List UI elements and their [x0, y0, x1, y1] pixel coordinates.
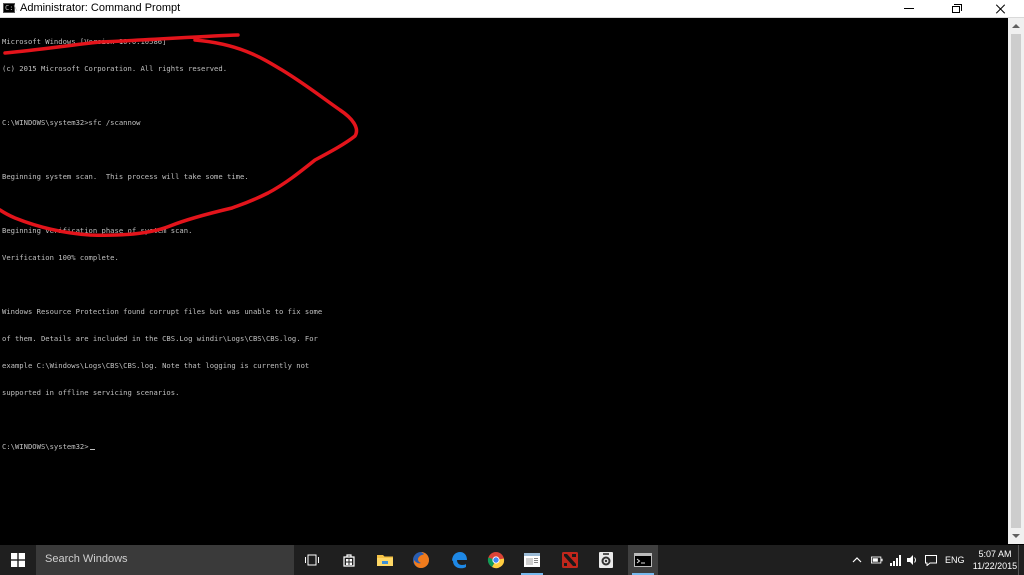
camera-icon	[599, 552, 613, 568]
dota2-button[interactable]	[555, 545, 585, 575]
console-line: Windows Resource Protection found corrup…	[2, 307, 323, 316]
edge-icon	[452, 552, 467, 569]
chrome-button[interactable]	[481, 545, 511, 575]
task-view-icon	[305, 554, 319, 566]
store-icon	[343, 554, 355, 567]
command-prompt-taskbar-button[interactable]	[628, 545, 658, 575]
close-icon	[996, 4, 1006, 14]
text-cursor	[89, 449, 95, 450]
console-line: example C:\Windows\Logs\CBS\CBS.log. Not…	[2, 361, 310, 370]
scroll-thumb[interactable]	[1011, 34, 1021, 528]
cmd-icon	[634, 553, 652, 567]
message-button[interactable]	[925, 554, 937, 566]
console-line: supported in offline servicing scenarios…	[2, 388, 180, 397]
arrow-down-icon	[1012, 534, 1020, 538]
console-line: of them. Details are included in the CBS…	[2, 334, 318, 343]
chrome-icon	[487, 552, 505, 569]
speaker-icon	[907, 555, 916, 565]
battery-icon	[871, 556, 883, 564]
console-prompt-line[interactable]: C:\WINDOWS\system32>	[2, 442, 322, 451]
search-box[interactable]: Search Windows	[36, 545, 294, 575]
restore-icon	[952, 4, 962, 13]
firefox-icon	[413, 552, 429, 568]
input-language-indicator[interactable]: ENG	[945, 555, 965, 565]
volume-button[interactable]	[906, 554, 918, 566]
minimize-icon	[904, 8, 914, 9]
message-icon	[925, 554, 937, 566]
scroll-up-button[interactable]	[1008, 18, 1024, 34]
store-button[interactable]	[334, 545, 364, 575]
chevron-up-icon	[852, 557, 862, 563]
vertical-scrollbar[interactable]	[1008, 18, 1024, 544]
network-button[interactable]	[889, 554, 901, 566]
console-text: Microsoft Windows [Version 10.0.10586] (…	[2, 19, 322, 469]
console-line: Verification 100% complete.	[2, 253, 119, 262]
window-title: Administrator: Command Prompt	[20, 2, 181, 14]
wifi-signal-icon	[890, 555, 901, 566]
console-line: C:\WINDOWS\system32>sfc /scannow	[2, 118, 141, 127]
restore-button[interactable]	[932, 0, 978, 17]
arrow-up-icon	[1012, 24, 1020, 28]
search-placeholder: Search Windows	[45, 553, 128, 565]
firefox-button[interactable]	[406, 545, 436, 575]
file-explorer-button[interactable]	[370, 545, 400, 575]
camera-app-button[interactable]	[591, 545, 621, 575]
console-line: Beginning system scan. This process will…	[2, 172, 249, 181]
console-output-area[interactable]: Microsoft Windows [Version 10.0.10586] (…	[0, 18, 1008, 544]
show-desktop-button[interactable]	[1018, 545, 1024, 575]
edge-button[interactable]	[444, 545, 474, 575]
folder-icon	[377, 555, 393, 566]
app-window-button[interactable]	[517, 545, 547, 575]
console-line: Microsoft Windows [Version 10.0.10586]	[2, 37, 167, 46]
window-title-bar[interactable]: C:\ Administrator: Command Prompt	[0, 0, 1024, 18]
console-line: Beginning verification phase of system s…	[2, 226, 193, 235]
taskbar: Search Windows ENG 5:07 AM 11/22/2015	[0, 545, 1024, 575]
show-hidden-icons-button[interactable]	[851, 554, 863, 566]
minimize-button[interactable]	[886, 0, 932, 17]
clock-time[interactable]: 5:07 AM	[976, 549, 1014, 559]
dota2-icon	[562, 552, 578, 568]
close-button[interactable]	[978, 0, 1024, 17]
clock-date[interactable]: 11/22/2015	[970, 561, 1020, 571]
command-prompt-app-icon[interactable]: C:\	[3, 3, 18, 13]
scroll-down-button[interactable]	[1008, 528, 1024, 544]
task-view-button[interactable]	[297, 545, 327, 575]
start-button[interactable]	[0, 545, 36, 575]
battery-button[interactable]	[871, 554, 883, 566]
console-prompt: C:\WINDOWS\system32>	[2, 442, 89, 451]
windows-logo-icon	[11, 553, 25, 567]
console-line: (c) 2015 Microsoft Corporation. All righ…	[2, 64, 228, 73]
window-app-icon	[524, 553, 540, 567]
